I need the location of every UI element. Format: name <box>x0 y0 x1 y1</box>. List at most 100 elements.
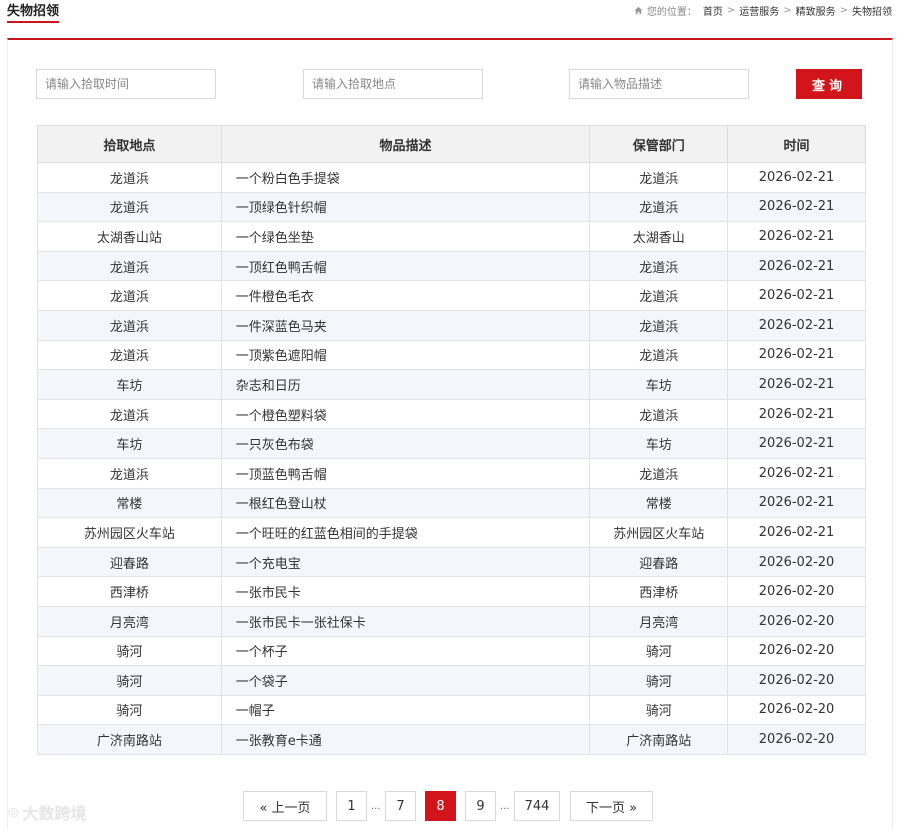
cell-description: 一根红色登山杖 <box>220 487 591 519</box>
cell-time: 2026-02-21 <box>727 487 866 519</box>
pickup-time-input[interactable] <box>36 69 216 99</box>
cell-description: 一顶紫色遮阳帽 <box>220 339 591 371</box>
pickup-place-input[interactable] <box>303 69 483 99</box>
cell-place: 龙道浜 <box>37 398 222 430</box>
cell-time: 2026-02-21 <box>727 162 866 193</box>
title-underline <box>7 21 59 23</box>
cell-description: 一顶蓝色鸭舌帽 <box>220 457 591 489</box>
table-header-row: 拾取地点 物品描述 保管部门 时间 <box>37 125 866 163</box>
cell-place: 骑河 <box>37 635 222 667</box>
cell-time: 2026-02-20 <box>727 605 866 637</box>
table-row: 广济南路站 一张教育e卡通 广济南路站 2026-02-20 <box>37 724 866 755</box>
cell-department: 太湖香山 <box>589 221 729 252</box>
table-row: 苏州园区火车站 一个旺旺的红蓝色相间的手提袋 苏州园区火车站 2026-02-21 <box>37 517 866 548</box>
table-row: 骑河 一个袋子 骑河 2026-02-20 <box>37 665 866 696</box>
watermark: ◎ 大数跨境 <box>8 800 87 824</box>
cell-place: 太湖香山站 <box>37 221 222 252</box>
cell-description: 一个充电宝 <box>220 546 591 578</box>
cell-description: 一件橙色毛衣 <box>220 280 591 311</box>
page-title: 失物招领 <box>7 4 60 19</box>
cell-department: 龙道浜 <box>589 457 729 489</box>
table-row: 龙道浜 一件深蓝色马夹 龙道浜 2026-02-21 <box>37 309 866 341</box>
cell-department: 西津桥 <box>589 576 729 607</box>
cell-department: 骑河 <box>589 665 729 696</box>
cell-department: 苏州园区火车站 <box>589 517 729 548</box>
table-row: 常楼 一根红色登山杖 常楼 2026-02-21 <box>37 487 866 519</box>
cell-time: 2026-02-21 <box>727 369 866 400</box>
breadcrumb-prefix: 您的位置： <box>646 7 697 18</box>
cell-time: 2026-02-20 <box>727 635 866 667</box>
lost-found-table: 拾取地点 物品描述 保管部门 时间 龙道浜 一个粉白色手提袋 龙道浜 2026-02-… <box>37 125 866 755</box>
item-description-input[interactable] <box>569 69 749 99</box>
breadcrumb-lost-found[interactable]: 失物招领 <box>852 3 892 18</box>
cell-department: 龙道浜 <box>589 250 729 282</box>
page-button[interactable]: 744 <box>514 791 560 821</box>
cell-time: 2026-02-21 <box>727 280 866 311</box>
watermark-logo-icon: ◎ <box>8 805 19 819</box>
page-button[interactable]: 1 <box>336 791 367 821</box>
cell-department: 龙道浜 <box>589 280 729 311</box>
column-header-department: 保管部门 <box>589 125 729 163</box>
breadcrumb: 您的位置： 首页 > 运营服务 > 精致服务 > 失物招领 <box>634 3 892 18</box>
table-row: 龙道浜 一顶绿色针织帽 龙道浜 2026-02-21 <box>37 191 866 223</box>
cell-time: 2026-02-20 <box>727 694 866 726</box>
pagination-ellipsis: ... <box>371 801 381 812</box>
breadcrumb-operations[interactable]: 运营服务 <box>739 3 779 18</box>
breadcrumb-home[interactable]: 首页 <box>703 3 723 18</box>
breadcrumb-separator: > <box>726 5 736 16</box>
breadcrumb-services[interactable]: 精致服务 <box>796 3 836 18</box>
cell-time: 2026-02-20 <box>727 724 866 755</box>
cell-place: 龙道浜 <box>37 280 222 311</box>
cell-department: 龙道浜 <box>589 309 729 341</box>
cell-description: 一个杯子 <box>220 635 591 667</box>
cell-time: 2026-02-20 <box>727 546 866 578</box>
cell-place: 龙道浜 <box>37 339 222 371</box>
cell-time: 2026-02-20 <box>727 665 866 696</box>
cell-time: 2026-02-21 <box>727 309 866 341</box>
page-button[interactable]: 9 <box>465 791 496 821</box>
cell-place: 骑河 <box>37 665 222 696</box>
next-page-button[interactable]: 下一页 » <box>570 791 653 821</box>
cell-time: 2026-02-21 <box>727 339 866 371</box>
cell-description: 一张市民卡一张社保卡 <box>220 605 591 637</box>
cell-place: 龙道浜 <box>37 191 222 223</box>
table-row: 龙道浜 一顶红色鸭舌帽 龙道浜 2026-02-21 <box>37 250 866 282</box>
table-row: 骑河 一个杯子 骑河 2026-02-20 <box>37 635 866 667</box>
page-button-current[interactable]: 8 <box>425 791 456 821</box>
cell-description: 一个橙色塑料袋 <box>220 398 591 430</box>
cell-place: 西津桥 <box>37 576 222 607</box>
cell-place: 龙道浜 <box>37 457 222 489</box>
cell-place: 龙道浜 <box>37 162 222 193</box>
cell-description: 一顶红色鸭舌帽 <box>220 250 591 282</box>
cell-place: 苏州园区火车站 <box>37 517 222 548</box>
cell-time: 2026-02-20 <box>727 576 866 607</box>
cell-description: 一个粉白色手提袋 <box>220 162 591 193</box>
column-header-place: 拾取地点 <box>37 125 222 163</box>
cell-place: 车坊 <box>37 369 222 400</box>
table-row: 骑河 一帽子 骑河 2026-02-20 <box>37 694 866 726</box>
pagination-ellipsis: ... <box>500 801 510 812</box>
cell-description: 一顶绿色针织帽 <box>220 191 591 223</box>
cell-time: 2026-02-21 <box>727 457 866 489</box>
page-button[interactable]: 7 <box>385 791 416 821</box>
prev-page-button[interactable]: « 上一页 <box>243 791 327 821</box>
cell-department: 骑河 <box>589 694 729 726</box>
cell-time: 2026-02-21 <box>727 398 866 430</box>
cell-description: 一张教育e卡通 <box>220 724 591 755</box>
table-row: 龙道浜 一顶紫色遮阳帽 龙道浜 2026-02-21 <box>37 339 866 371</box>
cell-description: 一只灰色布袋 <box>220 428 591 459</box>
query-button[interactable]: 查询 <box>796 69 862 99</box>
cell-place: 龙道浜 <box>37 309 222 341</box>
cell-place: 骑河 <box>37 694 222 726</box>
cell-place: 月亮湾 <box>37 605 222 637</box>
cell-place: 车坊 <box>37 428 222 459</box>
pagination: « 上一页 1 ... 7 8 9 ... 744 下一页 » <box>0 791 900 821</box>
cell-department: 骑河 <box>589 635 729 667</box>
table-row: 龙道浜 一件橙色毛衣 龙道浜 2026-02-21 <box>37 280 866 311</box>
cell-description: 一个旺旺的红蓝色相间的手提袋 <box>220 517 591 548</box>
cell-place: 迎春路 <box>37 546 222 578</box>
cell-department: 广济南路站 <box>589 724 729 755</box>
cell-department: 车坊 <box>589 428 729 459</box>
table-row: 龙道浜 一顶蓝色鸭舌帽 龙道浜 2026-02-21 <box>37 457 866 489</box>
cell-time: 2026-02-21 <box>727 191 866 223</box>
